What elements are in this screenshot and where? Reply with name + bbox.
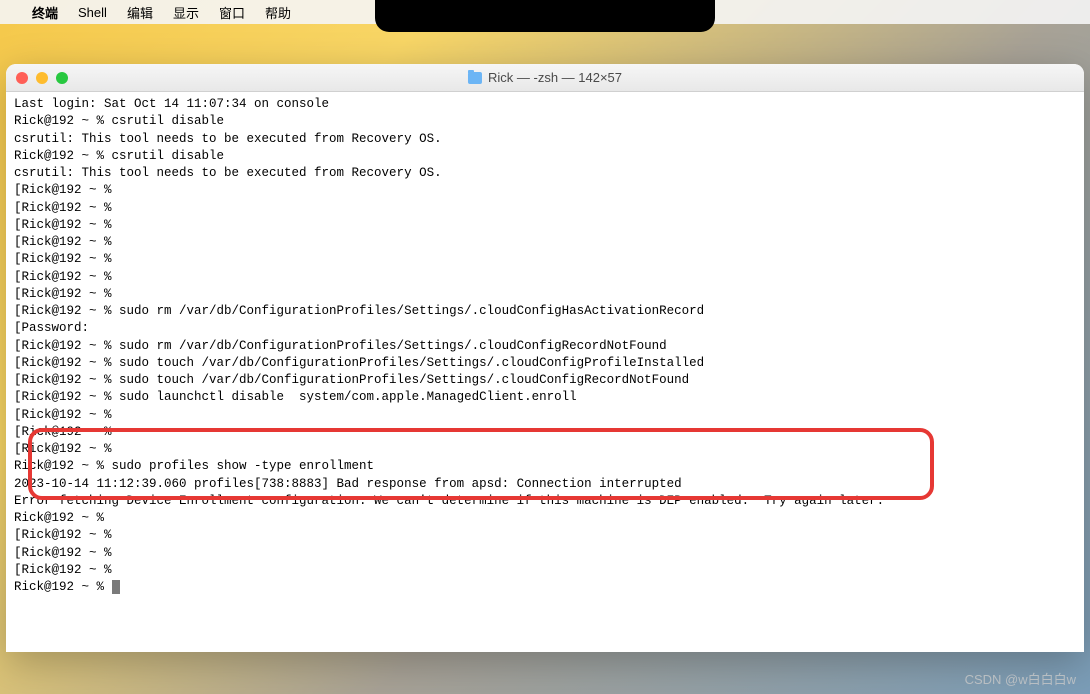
terminal-line: [Rick@192 ~ % [14, 200, 1076, 217]
terminal-line: 2023-10-14 11:12:39.060 profiles[738:888… [14, 476, 1076, 493]
close-button[interactable] [16, 72, 28, 84]
terminal-line: [Rick@192 ~ % sudo touch /var/db/Configu… [14, 372, 1076, 389]
menu-window[interactable]: 窗口 [219, 3, 245, 22]
watermark: CSDN @w白白白w [965, 669, 1076, 688]
terminal-body[interactable]: Last login: Sat Oct 14 11:07:34 on conso… [6, 92, 1084, 652]
terminal-line: [Rick@192 ~ % [14, 286, 1076, 303]
terminal-line: csrutil: This tool needs to be executed … [14, 131, 1076, 148]
title-bar[interactable]: Rick — -zsh — 142×57 [6, 64, 1084, 92]
terminal-line: [Rick@192 ~ % [14, 562, 1076, 579]
menu-view[interactable]: 显示 [173, 3, 199, 22]
terminal-line: Last login: Sat Oct 14 11:07:34 on conso… [14, 96, 1076, 113]
terminal-line: [Rick@192 ~ % [14, 251, 1076, 268]
terminal-line: Error fetching Device Enrollment configu… [14, 493, 1076, 510]
terminal-line: [Rick@192 ~ % sudo rm /var/db/Configurat… [14, 338, 1076, 355]
terminal-line: Rick@192 ~ % [14, 510, 1076, 527]
terminal-line: [Rick@192 ~ % [14, 182, 1076, 199]
terminal-line: [Rick@192 ~ % [14, 234, 1076, 251]
terminal-line: [Password: [14, 320, 1076, 337]
traffic-lights [16, 72, 68, 84]
window-title: Rick — -zsh — 142×57 [468, 70, 622, 85]
display-notch [375, 0, 715, 32]
terminal-line: [Rick@192 ~ % [14, 441, 1076, 458]
terminal-line: [Rick@192 ~ % sudo launchctl disable sys… [14, 389, 1076, 406]
terminal-line: Rick@192 ~ % csrutil disable [14, 113, 1076, 130]
menu-app-name[interactable]: 终端 [32, 3, 58, 22]
terminal-line: Rick@192 ~ % sudo profiles show -type en… [14, 458, 1076, 475]
zoom-button[interactable] [56, 72, 68, 84]
terminal-line: csrutil: This tool needs to be executed … [14, 165, 1076, 182]
terminal-line: Rick@192 ~ % csrutil disable [14, 148, 1076, 165]
menu-shell[interactable]: Shell [78, 5, 107, 20]
terminal-line: [Rick@192 ~ % [14, 527, 1076, 544]
cursor [112, 580, 120, 594]
terminal-line: [Rick@192 ~ % sudo touch /var/db/Configu… [14, 355, 1076, 372]
terminal-line: [Rick@192 ~ % [14, 269, 1076, 286]
menu-edit[interactable]: 编辑 [127, 3, 153, 22]
terminal-line: Rick@192 ~ % [14, 579, 1076, 596]
terminal-line: [Rick@192 ~ % [14, 545, 1076, 562]
minimize-button[interactable] [36, 72, 48, 84]
menu-help[interactable]: 帮助 [265, 3, 291, 22]
terminal-line: [Rick@192 ~ % [14, 217, 1076, 234]
terminal-line: [Rick@192 ~ % [14, 407, 1076, 424]
terminal-line: [Rick@192 ~ % [14, 424, 1076, 441]
window-title-text: Rick — -zsh — 142×57 [488, 70, 622, 85]
folder-icon [468, 72, 482, 84]
terminal-window: Rick — -zsh — 142×57 Last login: Sat Oct… [6, 64, 1084, 652]
terminal-line: [Rick@192 ~ % sudo rm /var/db/Configurat… [14, 303, 1076, 320]
